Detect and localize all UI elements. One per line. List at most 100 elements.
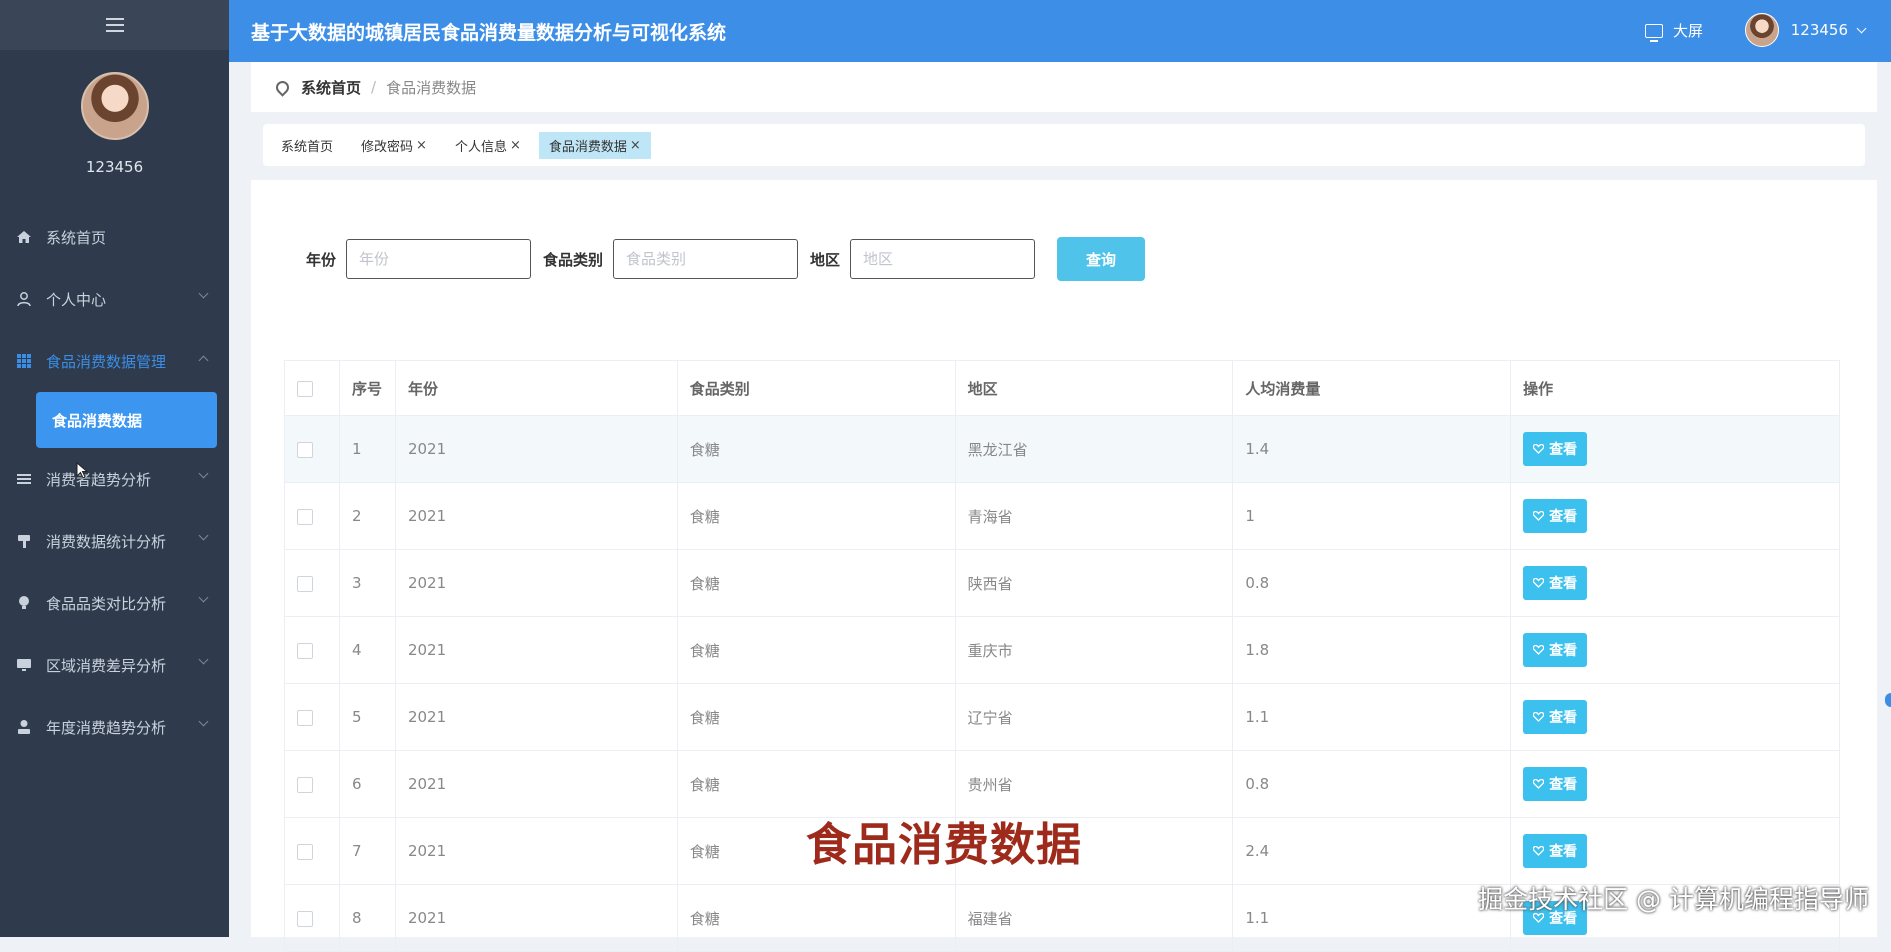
sidebar-item-consumer-trend[interactable]: 消费者趋势分析 (0, 448, 229, 510)
cell-consumption: 1.1 (1232, 884, 1512, 952)
close-icon[interactable]: × (416, 138, 427, 153)
row-checkbox[interactable] (297, 776, 313, 793)
cell-year: 2021 (394, 750, 678, 818)
row-checkbox[interactable] (297, 642, 313, 659)
list-icon (14, 469, 34, 489)
cell-index: 5 (338, 683, 396, 751)
view-button[interactable]: 查看 (1523, 432, 1588, 466)
cell-category: 食糖 (676, 549, 956, 617)
table-row[interactable]: 4 2021 食糖 重庆市 1.8 查看 (284, 616, 1840, 684)
cell-region: 重庆市 (954, 616, 1234, 684)
table-header-row: 序号 年份 食品类别 地区 人均消费量 操作 (284, 360, 1840, 416)
sidebar-item-label: 系统首页 (46, 228, 107, 247)
view-button[interactable]: 查看 (1523, 834, 1588, 868)
view-label: 查看 (1549, 777, 1578, 793)
chevron-up-icon (198, 355, 209, 366)
view-label: 查看 (1549, 844, 1578, 860)
sidebar-item-label: 年度消费趋势分析 (46, 718, 167, 737)
cell-consumption: 0.8 (1232, 549, 1512, 617)
watermark: 掘金技术社区 @ 计算机编程指导师 (1478, 885, 1869, 914)
breadcrumb-home[interactable]: 系统首页 (301, 77, 361, 98)
region-input[interactable] (850, 239, 1036, 279)
row-checkbox[interactable] (297, 508, 313, 525)
view-label: 查看 (1549, 442, 1578, 458)
user-dropdown[interactable]: 123456 (1744, 13, 1867, 47)
top-header: 基于大数据的城镇居民食品消费量数据分析与可视化系统 大屏 123456 (229, 0, 1891, 62)
select-all-checkbox[interactable] (297, 380, 313, 397)
menu-toggle-icon[interactable] (105, 18, 124, 32)
tab-label: 修改密码 (361, 139, 414, 155)
cell-region: 青海省 (954, 482, 1234, 550)
heart-icon (1533, 511, 1545, 521)
tab-food-data[interactable]: 食品消费数据 × (538, 131, 651, 159)
tab-label: 个人信息 (454, 139, 507, 155)
cell-region: 陕西省 (954, 549, 1234, 617)
view-button[interactable]: 查看 (1523, 633, 1588, 667)
cell-year: 2021 (394, 616, 678, 684)
sidebar-item-food-data-management[interactable]: 食品消费数据管理 (0, 330, 229, 392)
sidebar-item-label: 食品品类对比分析 (46, 594, 167, 613)
column-header: 序号 (338, 360, 396, 416)
cell-category: 食糖 (676, 616, 956, 684)
row-checkbox[interactable] (297, 709, 313, 726)
sidebar-subitem-food-data[interactable]: 食品消费数据 (36, 392, 217, 448)
side-scroll-handle[interactable] (1885, 693, 1891, 707)
avatar[interactable] (80, 72, 149, 140)
sidebar-item-statistics[interactable]: 消费数据统计分析 (0, 510, 229, 572)
row-checkbox[interactable] (297, 910, 313, 927)
close-icon[interactable]: × (630, 138, 641, 153)
sidebar-item-region-diff[interactable]: 区域消费差异分析 (0, 634, 229, 696)
view-button[interactable]: 查看 (1523, 700, 1588, 734)
cell-region: 辽宁省 (954, 683, 1234, 751)
tags-view: 系统首页 修改密码 × 个人信息 × 食品消费数据 × (263, 124, 1865, 166)
sidebar-item-label: 食品消费数据管理 (46, 352, 167, 371)
tab-personal-info[interactable]: 个人信息 × (445, 132, 531, 159)
chevron-down-icon (198, 288, 209, 299)
view-button[interactable]: 查看 (1523, 767, 1588, 801)
column-header: 操作 (1510, 360, 1840, 416)
chevron-down-icon (198, 716, 209, 727)
cell-consumption: 2.4 (1232, 817, 1512, 885)
sidebar-item-home[interactable]: 系统首页 (0, 206, 229, 268)
close-icon[interactable]: × (510, 138, 521, 153)
cell-consumption: 1.4 (1232, 415, 1512, 483)
cell-year: 2021 (394, 817, 678, 885)
heart-icon (1533, 712, 1545, 722)
row-checkbox[interactable] (297, 843, 313, 860)
row-checkbox[interactable] (297, 575, 313, 592)
tab-home[interactable]: 系统首页 (271, 132, 343, 159)
sidebar: 123456 系统首页 个人中心 食品消费数据管理 食品消费数据 消费者趋势分析… (0, 0, 229, 937)
tab-change-password[interactable]: 修改密码 × (351, 132, 437, 159)
tab-label: 食品消费数据 (548, 139, 627, 155)
chevron-down-icon (198, 592, 209, 603)
column-header: 地区 (954, 360, 1234, 416)
search-button[interactable]: 查询 (1057, 237, 1146, 281)
heart-icon (1533, 578, 1545, 588)
bulb-icon (14, 593, 34, 613)
sidebar-item-label: 消费者趋势分析 (46, 470, 152, 489)
view-button[interactable]: 查看 (1523, 499, 1588, 533)
view-label: 查看 (1549, 643, 1578, 659)
category-input[interactable] (613, 239, 799, 279)
app-title: 基于大数据的城镇居民食品消费量数据分析与可视化系统 (251, 21, 727, 44)
row-checkbox[interactable] (297, 441, 313, 458)
table-row[interactable]: 2 2021 食糖 青海省 1 查看 (284, 482, 1840, 550)
big-screen-label: 大屏 (1672, 22, 1703, 40)
cell-consumption: 1 (1232, 482, 1512, 550)
cell-consumption: 0.8 (1232, 750, 1512, 818)
sidebar-item-personal-center[interactable]: 个人中心 (0, 268, 229, 330)
column-header: 食品类别 (676, 360, 956, 416)
home-icon (14, 227, 34, 247)
profile: 123456 (0, 50, 229, 176)
year-input[interactable] (346, 239, 532, 279)
sidebar-item-label: 个人中心 (46, 290, 107, 309)
sidebar-item-annual-trend[interactable]: 年度消费趋势分析 (0, 696, 229, 758)
table-row[interactable]: 3 2021 食糖 陕西省 0.8 查看 (284, 549, 1840, 617)
table-row[interactable]: 5 2021 食糖 辽宁省 1.1 查看 (284, 683, 1840, 751)
table-row[interactable]: 1 2021 食糖 黑龙江省 1.4 查看 (284, 415, 1840, 483)
view-button[interactable]: 查看 (1523, 566, 1588, 600)
sidebar-item-category-compare[interactable]: 食品品类对比分析 (0, 572, 229, 634)
chevron-down-icon (198, 468, 209, 479)
big-screen-button[interactable]: 大屏 (1644, 20, 1703, 42)
breadcrumb: 系统首页 / 食品消费数据 (251, 62, 1877, 112)
